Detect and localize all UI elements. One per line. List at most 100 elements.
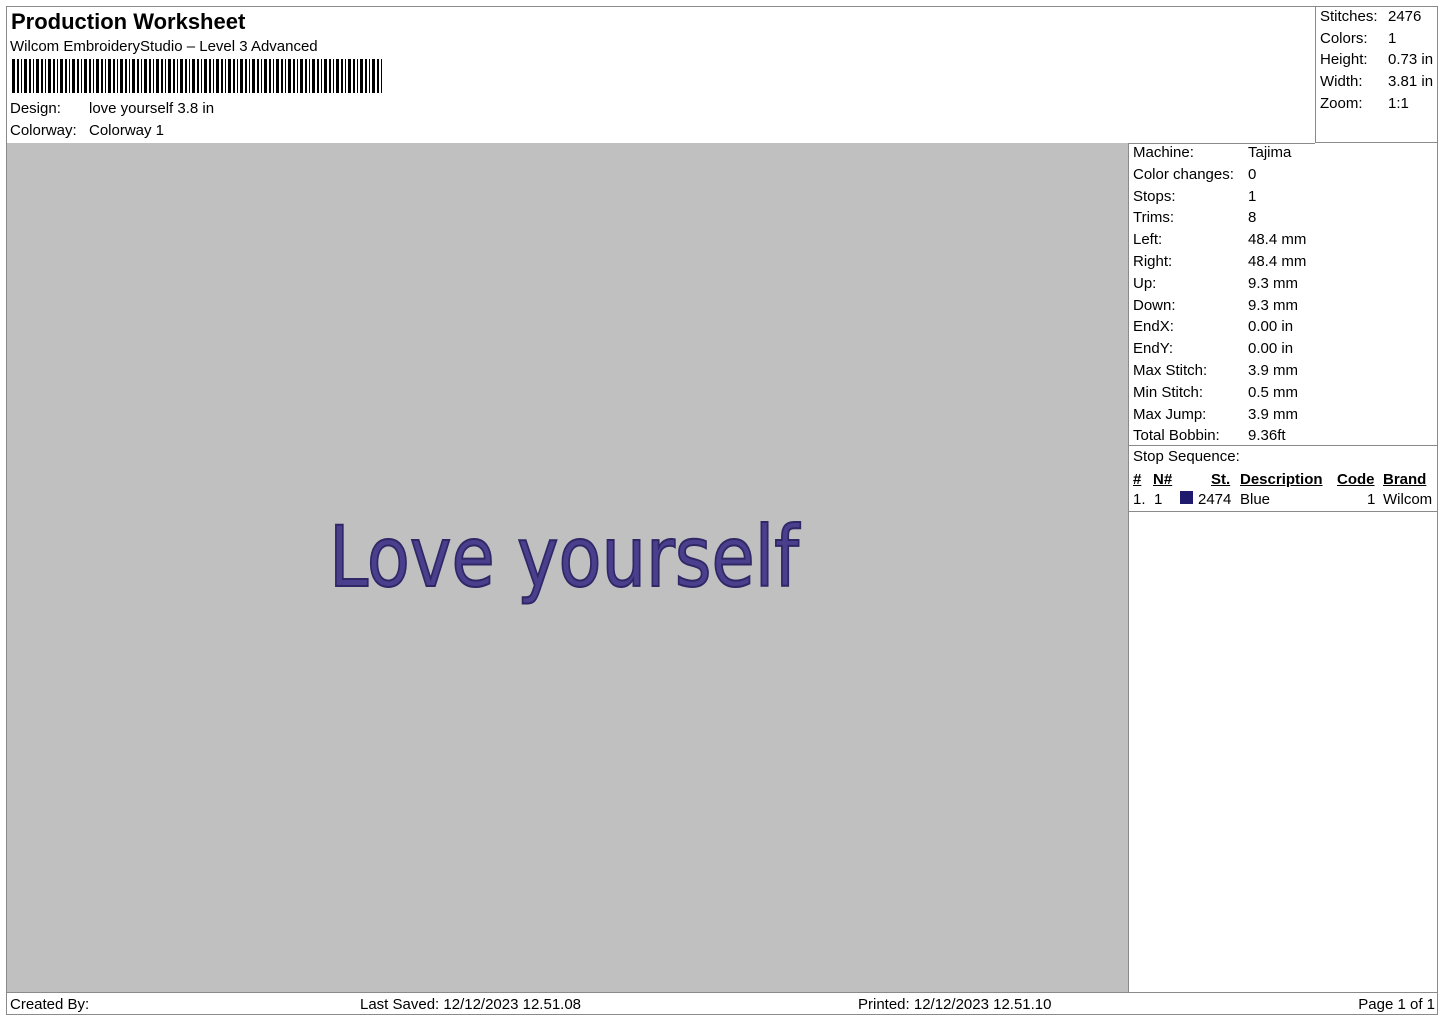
col-header-stitches: St. <box>1211 471 1231 488</box>
colors-row: Colors: 1 <box>1320 30 1396 47</box>
barcode-bar <box>201 59 202 93</box>
property-label: EndX: <box>1133 318 1174 336</box>
barcode-bar <box>321 59 322 93</box>
design-canvas[interactable]: Love yourself <box>7 143 1129 992</box>
barcode-bar <box>377 59 379 93</box>
barcode-bar <box>168 59 171 93</box>
thread-color-swatch <box>1180 491 1193 504</box>
property-label: Total Bobbin: <box>1133 427 1220 445</box>
barcode-bar <box>269 59 271 93</box>
barcode-bar <box>288 59 291 93</box>
barcode-bar <box>48 59 51 93</box>
property-value: 9.3 mm <box>1248 296 1299 314</box>
barcode-bar <box>333 59 334 93</box>
property-label: Stops: <box>1133 187 1176 205</box>
barcode-bar <box>372 59 375 93</box>
row-needle: 1 <box>1154 491 1163 508</box>
property-row: Right: 48.4 mm <box>1133 253 1306 270</box>
barcode-bar <box>300 59 303 93</box>
barcode-bar <box>180 59 183 93</box>
property-row: Trims: 8 <box>1133 209 1256 226</box>
barcode-bar <box>12 59 15 93</box>
barcode-bar <box>297 59 298 93</box>
barcode-bar <box>237 59 238 93</box>
barcode-bar <box>213 59 214 93</box>
barcode-bar <box>113 59 115 93</box>
row-description: Blue <box>1240 491 1271 508</box>
property-label: Machine: <box>1133 144 1194 161</box>
property-row: Down: 9.3 mm <box>1133 297 1298 314</box>
barcode-bar <box>165 59 166 93</box>
property-row: Stops: 1 <box>1133 188 1256 205</box>
property-value: 9.36ft <box>1248 427 1286 445</box>
design-value: love yourself 3.8 in <box>89 100 215 117</box>
col-header-num: # <box>1133 471 1142 488</box>
worksheet-frame: Production Worksheet Wilcom EmbroiderySt… <box>6 6 1438 1015</box>
barcode-bar <box>60 59 63 93</box>
barcode-bar <box>273 59 274 93</box>
barcode-bar <box>69 59 70 93</box>
barcode-bar <box>125 59 127 93</box>
barcode-bar <box>369 59 370 93</box>
property-label: Max Stitch: <box>1133 362 1208 379</box>
divider <box>1129 445 1438 446</box>
property-value: 0.00 in <box>1248 340 1294 358</box>
barcode-bar <box>264 59 267 93</box>
colors-label: Colors: <box>1320 30 1368 47</box>
barcode-bar <box>197 59 199 93</box>
barcode-bar <box>57 59 58 93</box>
property-row: Machine: Tajima <box>1133 144 1291 161</box>
barcode-bar <box>41 59 43 93</box>
barcode-bar <box>53 59 55 93</box>
barcode-bar <box>105 59 106 93</box>
barcode-bar <box>365 59 367 93</box>
colorway-label: Colorway: <box>10 122 77 139</box>
stitches-row: Stitches: 2476 <box>1320 8 1421 25</box>
barcode-bar <box>185 59 187 93</box>
zoom-value: 1:1 <box>1388 95 1409 112</box>
property-row: EndY: 0.00 in <box>1133 340 1293 357</box>
barcode-bar <box>240 59 243 93</box>
design-preview-svg: Love yourself <box>328 507 802 607</box>
barcode-bar <box>161 59 163 93</box>
barcode-bar <box>156 59 159 93</box>
barcode-bar <box>245 59 247 93</box>
row-stitches: 2474 <box>1198 491 1232 508</box>
barcode-bar <box>293 59 295 93</box>
barcode-bar <box>21 59 22 93</box>
property-value: 48.4 mm <box>1248 231 1307 249</box>
barcode-bar <box>29 59 31 93</box>
barcode-bar <box>329 59 331 93</box>
barcode-bar <box>89 59 91 93</box>
properties-panel: Machine: Tajima Color changes: 0 Stops: 1 Trim… <box>1129 143 1438 992</box>
property-label: Right: <box>1133 253 1173 270</box>
barcode-bar <box>129 59 130 93</box>
col-header-code: Code <box>1337 471 1375 488</box>
barcode-bar <box>257 59 259 93</box>
barcode-bar <box>281 59 283 93</box>
barcode-bar <box>24 59 27 93</box>
barcode-bar <box>285 59 286 93</box>
colorway-value: Colorway 1 <box>89 122 165 139</box>
barcode-bar <box>249 59 250 93</box>
software-name: Wilcom EmbroideryStudio – Level 3 Advanc… <box>10 38 318 55</box>
barcode-bar <box>381 59 382 93</box>
width-label: Width: <box>1320 73 1363 90</box>
barcode-bar <box>149 59 151 93</box>
worksheet-header: Production Worksheet Wilcom EmbroiderySt… <box>7 7 1315 144</box>
created-by: Created By: <box>10 996 90 1013</box>
row-num: 1. <box>1133 491 1146 508</box>
barcode-bar <box>101 59 103 93</box>
property-row: Max Stitch: 3.9 mm <box>1133 362 1298 379</box>
stop-sequence-title: Stop Sequence: <box>1133 448 1240 465</box>
property-label: Down: <box>1133 296 1176 314</box>
property-value: 3.9 mm <box>1248 362 1299 379</box>
width-row: Width: 3.81 in <box>1320 73 1433 90</box>
barcode-bar <box>117 59 118 93</box>
barcode-bar <box>261 59 262 93</box>
height-value: 0.73 in <box>1388 51 1434 68</box>
barcode-bar <box>17 59 19 93</box>
barcode-bar <box>141 59 142 93</box>
row-brand: Wilcom <box>1383 491 1433 508</box>
property-label: Color changes: <box>1133 165 1234 183</box>
